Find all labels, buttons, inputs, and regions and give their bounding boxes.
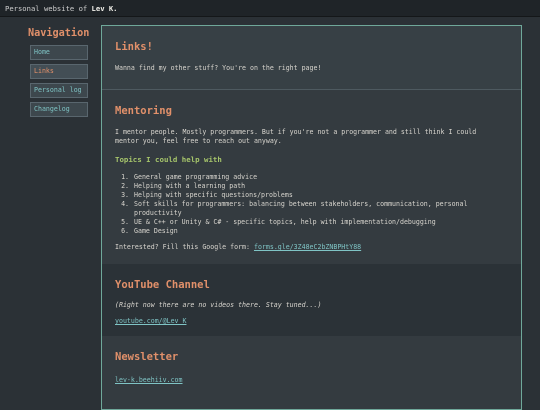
nav-title: Navigation [28, 28, 90, 39]
google-form-link[interactable]: forms.gle/3Z48eC2bZNBPHtY88 [254, 243, 361, 251]
youtube-title: YouTube Channel [115, 279, 210, 291]
form-line: Interested? Fill this Google form: forms… [115, 243, 508, 252]
youtube-link-line: youtube.com/@Lev_K [115, 317, 508, 326]
site-header: Personal website of Lev K. [0, 0, 540, 17]
nav-item-home[interactable]: Home [30, 45, 88, 60]
topic-item: Helping with a learning path [133, 182, 508, 191]
mentoring-intro: I mentor people. Mostly programmers. But… [115, 128, 477, 145]
newsletter-title: Newsletter [115, 351, 179, 363]
header-prefix: Personal website of [5, 4, 88, 13]
nav-item-changelog[interactable]: Changelog [30, 102, 88, 117]
mentoring-title: Mentoring [115, 105, 172, 117]
newsletter-link[interactable]: lev-k.beehiiv.com [115, 376, 183, 384]
topics-title: Topics I could help with [115, 155, 222, 164]
nav-item-personal-log[interactable]: Personal log [30, 83, 88, 98]
topic-item: Helping with specific questions/problems [133, 191, 508, 200]
topic-item: Game Design [133, 227, 508, 236]
youtube-note: (Right now there are no videos there. St… [115, 301, 322, 309]
links-title: Links! [115, 41, 153, 53]
youtube-section: YouTube Channel (Right now there are no … [102, 264, 521, 336]
nav-item-links[interactable]: Links [30, 64, 88, 79]
links-section: Links! Wanna find my other stuff? You're… [102, 26, 521, 90]
newsletter-section: Newsletter lev-k.beehiiv.com [102, 336, 521, 396]
navigation-panel: Navigation Home Links Personal log Chang… [28, 27, 90, 121]
topic-item: Soft skills for programmers: balancing b… [133, 200, 508, 218]
youtube-link[interactable]: youtube.com/@Lev_K [115, 317, 186, 325]
main-content: Links! Wanna find my other stuff? You're… [101, 25, 522, 410]
mentoring-section: Mentoring I mentor people. Mostly progra… [102, 90, 521, 264]
topic-item: General game programming advice [133, 173, 508, 182]
newsletter-link-line: lev-k.beehiiv.com [115, 376, 508, 385]
links-text: Wanna find my other stuff? You're on the… [115, 64, 322, 72]
form-prefix: Interested? Fill this Google form: [115, 243, 250, 251]
header-owner: Lev K. [91, 4, 118, 13]
topics-list: General game programming advice Helping … [115, 173, 508, 236]
topic-item: UE & C++ or Unity & C# - specific topics… [133, 218, 508, 227]
